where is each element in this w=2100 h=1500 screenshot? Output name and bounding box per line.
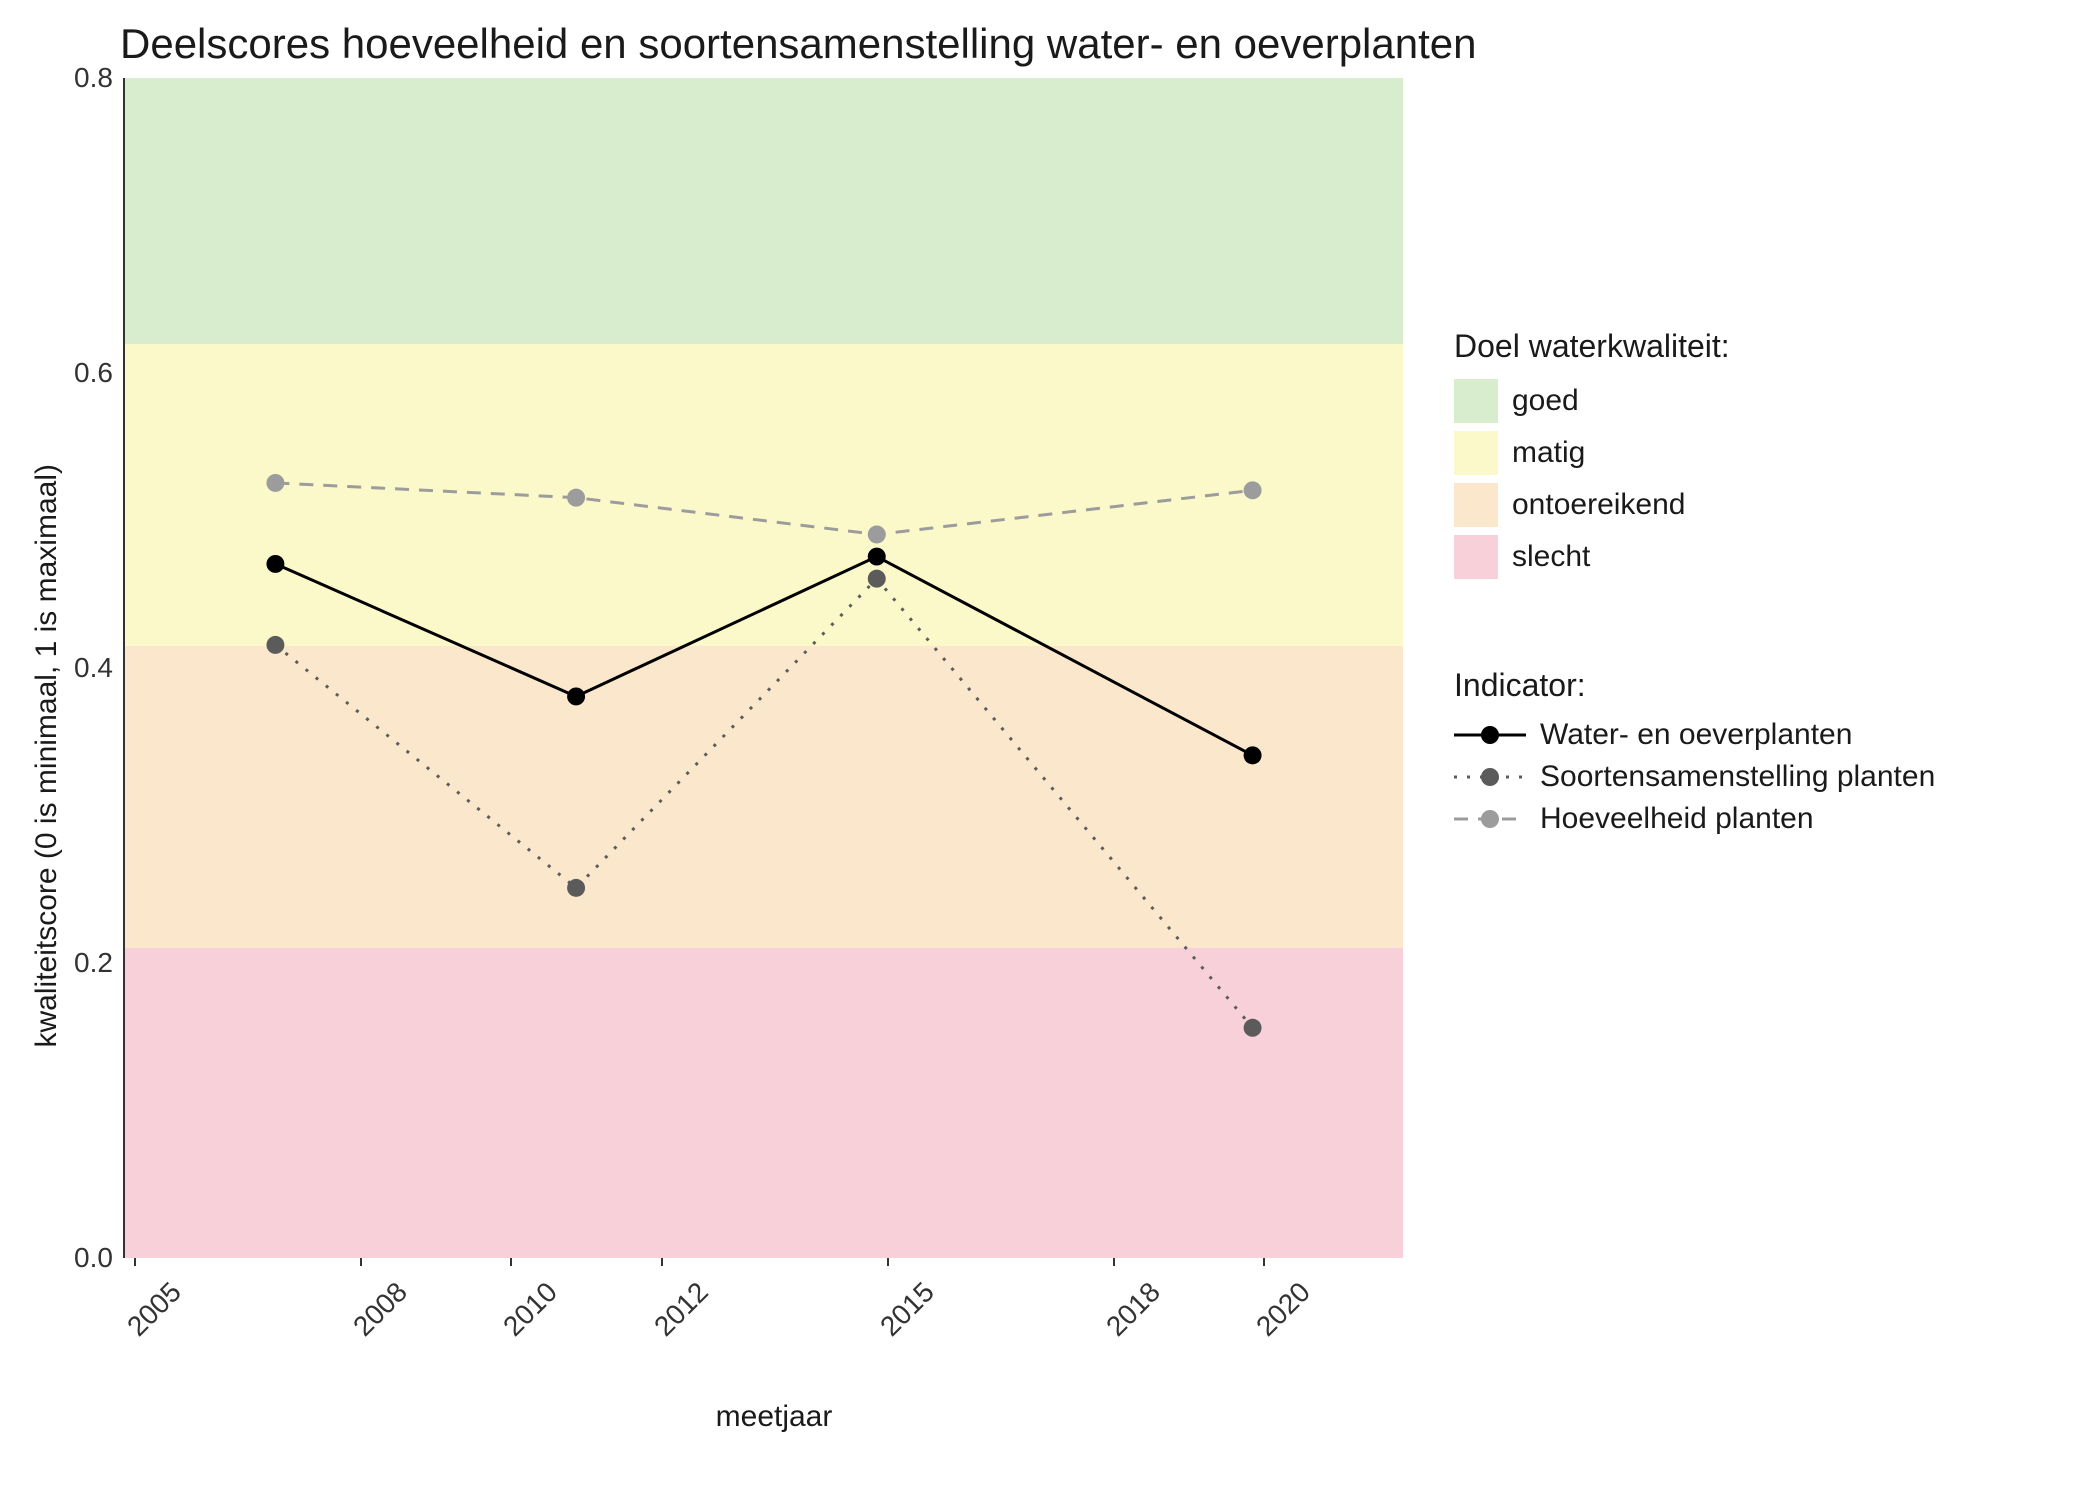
x-tick-mark [1113, 1258, 1115, 1266]
x-tick: 2010 [498, 1276, 565, 1343]
lines-layer [125, 78, 1403, 1256]
legend-swatch [1454, 431, 1498, 475]
legend-series-item: Soortensamenstelling planten [1454, 760, 1935, 794]
chart-body: kwaliteitscore (0 is minimaal, 1 is maxi… [20, 78, 2080, 1434]
legend-label: matig [1512, 436, 1585, 470]
data-point [1244, 481, 1262, 499]
y-axis-label: kwaliteitscore (0 is minimaal, 1 is maxi… [20, 464, 74, 1047]
legend-line-sample [1454, 721, 1526, 749]
x-tick-mark [887, 1258, 889, 1266]
data-point [868, 570, 886, 588]
data-point [266, 636, 284, 654]
data-point [868, 548, 886, 566]
legend-label: ontoereikend [1512, 488, 1685, 522]
x-axis-ticks: 2005200820102012201520182020 [134, 1258, 1414, 1338]
legend-swatch [1454, 483, 1498, 527]
legend-label: Soortensamenstelling planten [1540, 760, 1935, 794]
legend-label: slecht [1512, 540, 1590, 574]
legend-band-item: goed [1454, 379, 1935, 423]
x-tick: 2020 [1251, 1276, 1318, 1343]
plot-with-axes: 0.80.60.40.20.0 200520082010201220152018… [74, 78, 1414, 1434]
legend-label: Water- en oeverplanten [1540, 718, 1852, 752]
legend-line-sample [1454, 763, 1526, 791]
x-tick-mark [661, 1258, 663, 1266]
series-line [275, 557, 1252, 756]
x-tick-mark [360, 1258, 362, 1266]
x-axis-label: meetjaar [134, 1400, 1414, 1434]
data-point [868, 525, 886, 543]
x-tick: 2015 [874, 1276, 941, 1343]
data-point [266, 474, 284, 492]
legend-swatch [1454, 379, 1498, 423]
legend-label: Hoeveelheid planten [1540, 802, 1814, 836]
legend-series-item: Water- en oeverplanten [1454, 718, 1935, 752]
data-point [266, 555, 284, 573]
legend-line-sample [1454, 805, 1526, 833]
data-point [567, 687, 585, 705]
data-point [1244, 1019, 1262, 1037]
legend-band-item: slecht [1454, 535, 1935, 579]
legend-bands-title: Doel waterkwaliteit: [1454, 328, 1935, 365]
plot-area [123, 78, 1403, 1258]
legend-series-item: Hoeveelheid planten [1454, 802, 1935, 836]
series-line [275, 579, 1252, 1028]
series-line [275, 483, 1252, 535]
x-tick-mark [134, 1258, 136, 1266]
legend-bands: Doel waterkwaliteit: goed matig ontoereike… [1454, 328, 1935, 587]
chart: Deelscores hoeveelheid en soortensamenst… [20, 20, 2080, 1434]
data-point [1244, 746, 1262, 764]
chart-title: Deelscores hoeveelheid en soortensamenst… [120, 20, 2080, 68]
x-tick: 2008 [347, 1276, 414, 1343]
data-point [567, 489, 585, 507]
data-point [567, 879, 585, 897]
legend-band-item: matig [1454, 431, 1935, 475]
x-tick: 2018 [1100, 1276, 1167, 1343]
x-tick-mark [510, 1258, 512, 1266]
y-axis-ticks: 0.80.60.40.20.0 [74, 78, 123, 1258]
legend-series-title: Indicator: [1454, 667, 1935, 704]
legend-swatch [1454, 535, 1498, 579]
legend-series: Indicator: Water- en oeverplanten Soorten… [1454, 667, 1935, 844]
legend-band-item: ontoereikend [1454, 483, 1935, 527]
legend: Doel waterkwaliteit: goed matig ontoereike… [1454, 78, 1935, 844]
legend-label: goed [1512, 384, 1579, 418]
x-tick-mark [1263, 1258, 1265, 1266]
x-tick: 2012 [648, 1276, 715, 1343]
